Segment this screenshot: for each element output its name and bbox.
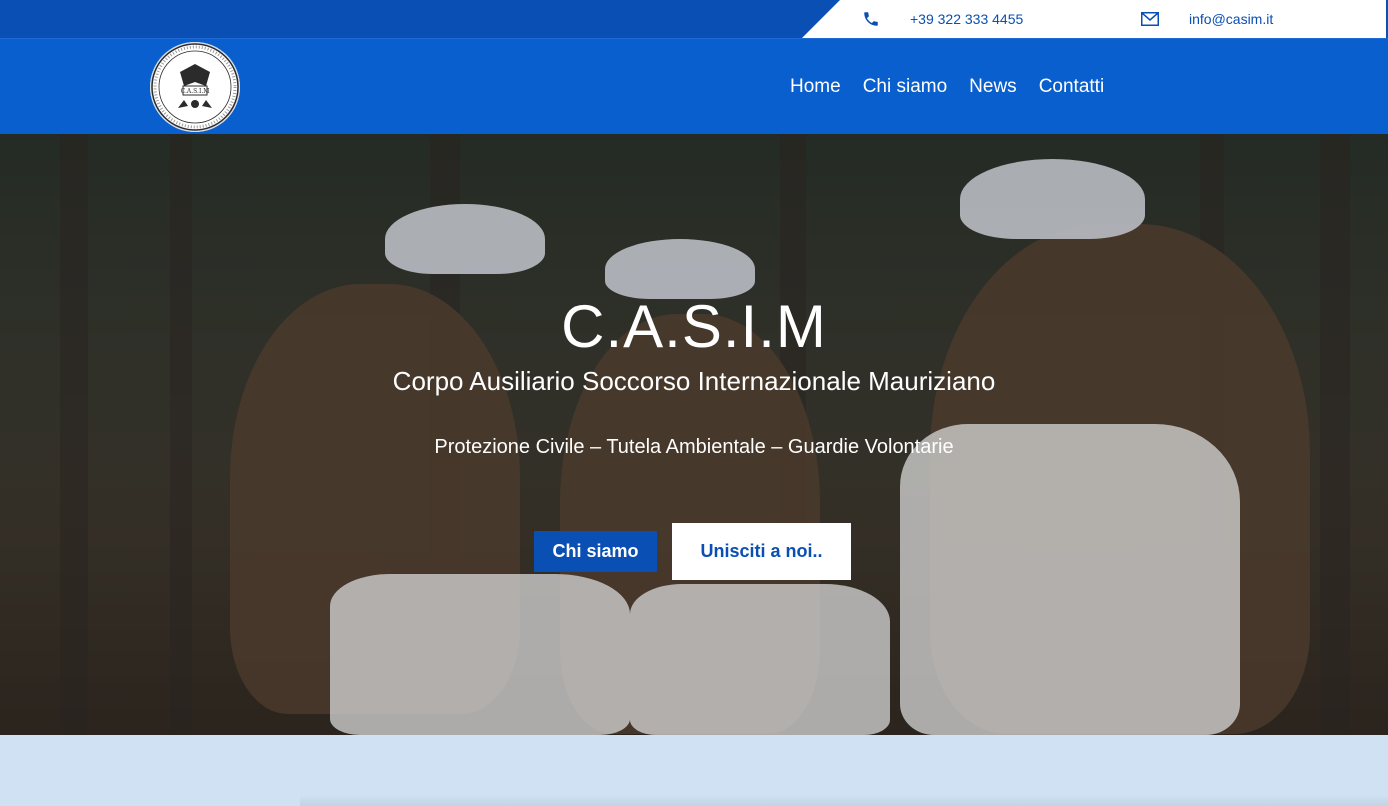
casim-logo[interactable]: C.A.S.I.M [150,42,240,132]
chi-siamo-button[interactable]: Chi siamo [534,531,657,572]
envelope-icon [1141,12,1159,26]
nav-contatti[interactable]: Contatti [1039,76,1104,98]
top-contact-bar: +39 322 333 4455 info@casim.it [0,0,1388,38]
hero-title: C.A.S.I.M [561,293,827,360]
nav-home[interactable]: Home [790,76,841,98]
phone-icon [862,10,880,28]
logo-emblem-icon: C.A.S.I.M [151,43,239,131]
hero-section: C.A.S.I.M Corpo Ausiliario Soccorso Inte… [0,134,1388,735]
email-contact[interactable]: info@casim.it [1141,0,1273,38]
nav-news[interactable]: News [969,76,1017,98]
site-header: C.A.S.I.M Home Chi siamo News Contatti [0,38,1388,134]
main-navigation: Home Chi siamo News Contatti [790,39,1104,135]
hero-tagline: Protezione Civile – Tutela Ambientale – … [434,436,954,458]
phone-contact[interactable]: +39 322 333 4455 [862,0,1023,38]
nav-chi-siamo[interactable]: Chi siamo [863,76,947,98]
join-us-button[interactable]: Unisciti a noi.. [672,523,851,580]
phone-number[interactable]: +39 322 333 4455 [910,11,1023,27]
email-address[interactable]: info@casim.it [1189,11,1273,27]
card-shadow [300,795,1388,806]
svg-text:C.A.S.I.M: C.A.S.I.M [181,88,210,95]
hero-subtitle: Corpo Ausiliario Soccorso Internazionale… [392,366,996,396]
